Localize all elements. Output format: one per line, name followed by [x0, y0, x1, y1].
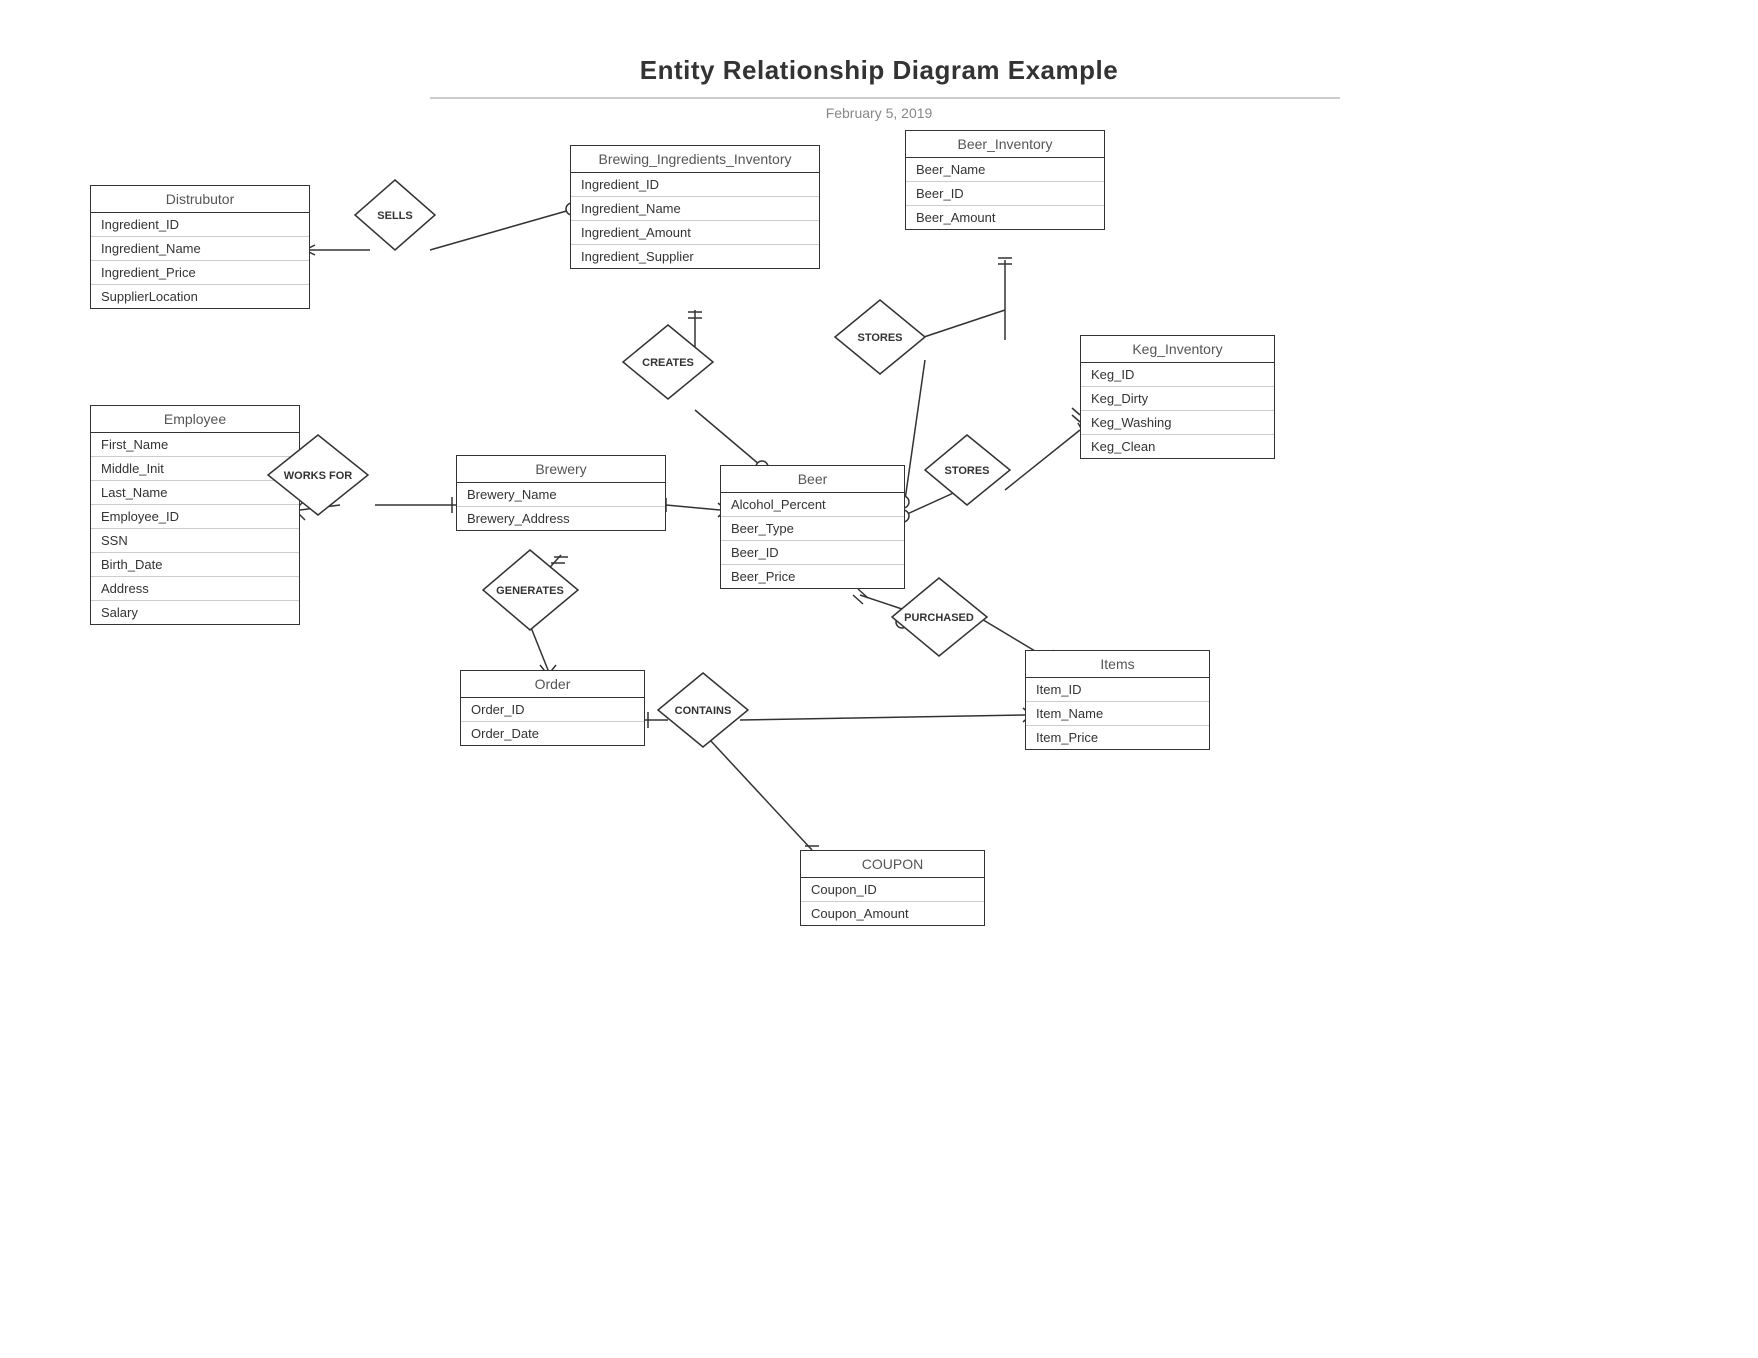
attr-beer-amount: Beer_Amount: [906, 206, 1104, 229]
attr-brewery-name: Brewery_Name: [457, 483, 665, 507]
attr-keg-clean: Keg_Clean: [1081, 435, 1274, 458]
entity-brewing-inventory-header: Brewing_Ingredients_Inventory: [571, 146, 819, 173]
svg-text:STORES: STORES: [857, 332, 902, 344]
entity-brewery-header: Brewery: [457, 456, 665, 483]
diagram-container: Entity Relationship Diagram Example Febr…: [0, 0, 1758, 1358]
attr-ingredient-id-brew: Ingredient_ID: [571, 173, 819, 197]
svg-text:SELLS: SELLS: [377, 210, 412, 222]
entity-employee-header: Employee: [91, 406, 299, 433]
attr-keg-washing: Keg_Washing: [1081, 411, 1274, 435]
attr-beer-id: Beer_ID: [721, 541, 904, 565]
attr-ingredient-price: Ingredient_Price: [91, 261, 309, 285]
attr-order-id: Order_ID: [461, 698, 644, 722]
attr-coupon-amount: Coupon_Amount: [801, 902, 984, 925]
attr-ssn: SSN: [91, 529, 299, 553]
attr-address: Address: [91, 577, 299, 601]
diamond-generates: GENERATES: [478, 545, 583, 635]
entity-coupon-header: COUPON: [801, 851, 984, 878]
entity-distributor: Distrubutor Ingredient_ID Ingredient_Nam…: [90, 185, 310, 309]
entity-beer-header: Beer: [721, 466, 904, 493]
attr-order-date: Order_Date: [461, 722, 644, 745]
attr-keg-id: Keg_ID: [1081, 363, 1274, 387]
svg-text:PURCHASED: PURCHASED: [904, 612, 974, 624]
attr-ingredient-name: Ingredient_Name: [91, 237, 309, 261]
attr-ingredient-name-brew: Ingredient_Name: [571, 197, 819, 221]
attr-ingredient-amount: Ingredient_Amount: [571, 221, 819, 245]
attr-item-id: Item_ID: [1026, 678, 1209, 702]
entity-order: Order Order_ID Order_Date: [460, 670, 645, 746]
entity-brewery: Brewery Brewery_Name Brewery_Address: [456, 455, 666, 531]
attr-beer-price: Beer_Price: [721, 565, 904, 588]
svg-text:STORES: STORES: [944, 465, 989, 477]
attr-keg-dirty: Keg_Dirty: [1081, 387, 1274, 411]
diamond-contains: CONTAINS: [653, 668, 753, 753]
attr-supplier-location: SupplierLocation: [91, 285, 309, 308]
attr-ingredient-id: Ingredient_ID: [91, 213, 309, 237]
entity-coupon: COUPON Coupon_ID Coupon_Amount: [800, 850, 985, 926]
attr-item-name: Item_Name: [1026, 702, 1209, 726]
diamond-works-for: WORKS FOR: [263, 430, 373, 520]
attr-coupon-id: Coupon_ID: [801, 878, 984, 902]
diamond-stores2: STORES: [920, 430, 1015, 510]
attr-salary: Salary: [91, 601, 299, 624]
attr-item-price: Item_Price: [1026, 726, 1209, 749]
entity-keg-inventory-header: Keg_Inventory: [1081, 336, 1274, 363]
attr-beer-id-inv: Beer_ID: [906, 182, 1104, 206]
entity-order-header: Order: [461, 671, 644, 698]
svg-text:GENERATES: GENERATES: [496, 585, 564, 597]
diamond-sells: SELLS: [350, 175, 440, 255]
attr-birth-date: Birth_Date: [91, 553, 299, 577]
attr-beer-type: Beer_Type: [721, 517, 904, 541]
diamond-creates: CREATES: [618, 320, 718, 405]
entity-brewing-inventory: Brewing_Ingredients_Inventory Ingredient…: [570, 145, 820, 269]
entity-beer-inventory-header: Beer_Inventory: [906, 131, 1104, 158]
entity-beer: Beer Alcohol_Percent Beer_Type Beer_ID B…: [720, 465, 905, 589]
attr-brewery-address: Brewery_Address: [457, 507, 665, 530]
attr-alcohol-percent: Alcohol_Percent: [721, 493, 904, 517]
svg-text:WORKS FOR: WORKS FOR: [284, 470, 352, 482]
svg-text:CONTAINS: CONTAINS: [675, 705, 732, 717]
entity-items-header: Items: [1026, 651, 1209, 678]
entity-distributor-header: Distrubutor: [91, 186, 309, 213]
entity-keg-inventory: Keg_Inventory Keg_ID Keg_Dirty Keg_Washi…: [1080, 335, 1275, 459]
diamond-stores1: STORES: [830, 295, 930, 380]
entity-items: Items Item_ID Item_Name Item_Price: [1025, 650, 1210, 750]
svg-text:CREATES: CREATES: [642, 357, 694, 369]
attr-ingredient-supplier: Ingredient_Supplier: [571, 245, 819, 268]
entity-beer-inventory: Beer_Inventory Beer_Name Beer_ID Beer_Am…: [905, 130, 1105, 230]
attr-beer-name: Beer_Name: [906, 158, 1104, 182]
diamond-purchased: PURCHASED: [887, 573, 992, 661]
